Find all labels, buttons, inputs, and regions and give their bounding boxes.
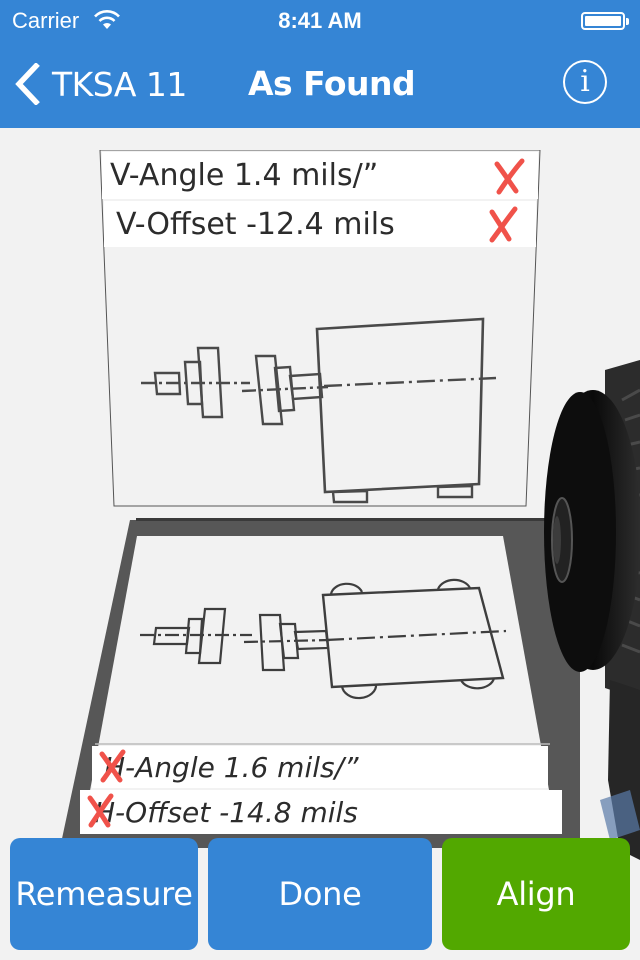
- back-label: TKSA 11: [52, 64, 187, 104]
- info-button[interactable]: i: [563, 60, 607, 104]
- page-title: As Found: [248, 64, 416, 103]
- header: Carrier 8:41 AM TKSA 11 As Found i: [0, 0, 640, 128]
- h-angle-label: H-Angle 1.6 mils/”: [104, 750, 359, 784]
- done-button[interactable]: Done: [208, 838, 432, 950]
- vertical-view-card: V-Angle 1.4 mils/” V-Offset -12.4 mils: [98, 149, 542, 508]
- remeasure-button[interactable]: Remeasure: [10, 838, 198, 950]
- status-bar: Carrier 8:41 AM: [0, 0, 640, 40]
- chevron-left-icon: [15, 63, 40, 105]
- v-angle-row: V-Angle 1.4 mils/”: [102, 152, 538, 199]
- v-offset-row: V-Offset -12.4 mils: [104, 201, 536, 247]
- info-icon: i: [580, 64, 590, 99]
- v-offset-label: V-Offset -12.4 mils: [116, 206, 395, 242]
- fail-x-icon: [489, 206, 518, 243]
- battery-icon: [581, 12, 625, 30]
- horizontal-view-card: H-Angle 1.6 mils/” H-Offset -14.8 mils: [60, 518, 580, 848]
- motor-3d-model: [544, 360, 640, 860]
- h-offset-label: H-Offset -14.8 mils: [94, 795, 358, 829]
- h-angle-row: H-Angle 1.6 mils/”: [92, 746, 548, 788]
- clock: 8:41 AM: [278, 8, 362, 33]
- fail-x-icon: [87, 793, 114, 828]
- fail-x-icon: [99, 749, 126, 783]
- back-button[interactable]: TKSA 11: [14, 60, 187, 108]
- fail-x-icon: [494, 158, 525, 194]
- h-offset-row: H-Offset -14.8 mils: [80, 790, 562, 834]
- align-button[interactable]: Align: [442, 838, 630, 950]
- v-angle-label: V-Angle 1.4 mils/”: [110, 158, 379, 193]
- battery-tip: [626, 18, 629, 25]
